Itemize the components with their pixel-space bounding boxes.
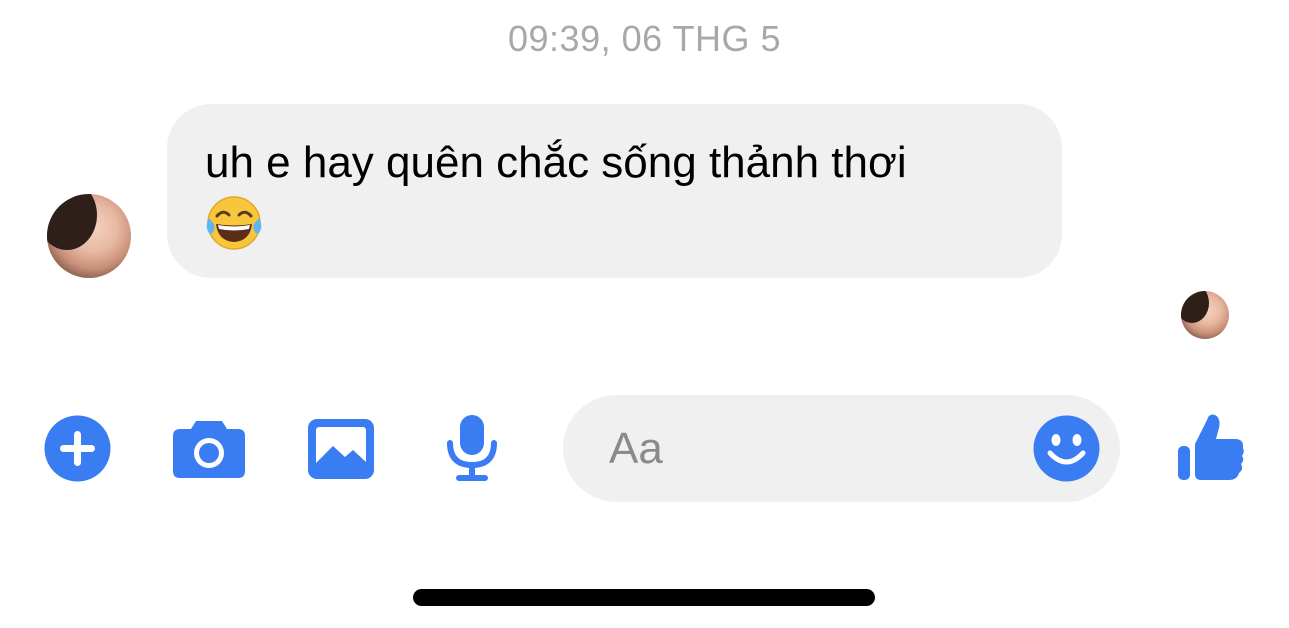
face-with-tears-of-joy-icon	[205, 194, 263, 252]
smiley-icon[interactable]	[1033, 415, 1100, 482]
plus-icon[interactable]	[44, 415, 111, 482]
thumbs-up-icon[interactable]	[1177, 412, 1245, 482]
microphone-icon[interactable]	[444, 413, 500, 483]
message-text: uh e hay quên chắc sống thảnh thơi	[205, 138, 907, 187]
avatar-hair-shape	[1181, 291, 1209, 323]
home-indicator[interactable]	[413, 589, 875, 606]
message-input[interactable]	[609, 421, 1009, 477]
sender-avatar[interactable]	[47, 194, 131, 278]
message-bubble[interactable]: uh e hay quên chắc sống thảnh thơi	[167, 104, 1062, 278]
seen-receipt-avatar	[1181, 291, 1229, 339]
avatar-hair-shape	[47, 194, 97, 250]
image-icon[interactable]	[307, 418, 375, 480]
message-composer[interactable]	[563, 395, 1120, 502]
camera-icon[interactable]	[172, 419, 246, 479]
message-timestamp: 09:39, 06 THG 5	[508, 18, 781, 59]
